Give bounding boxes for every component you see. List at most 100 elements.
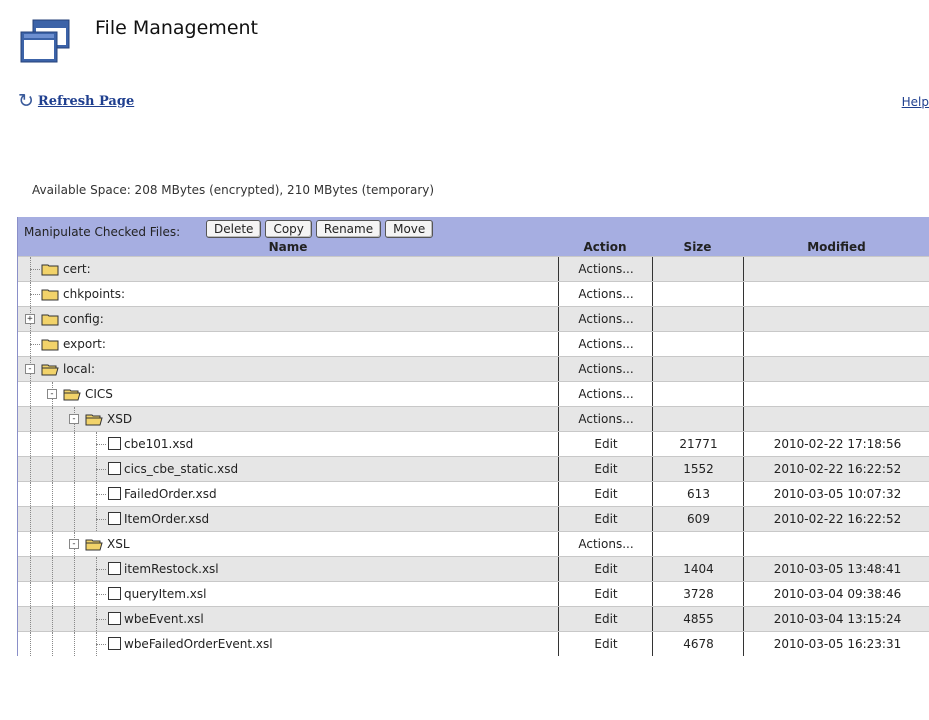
edit-link[interactable]: Edit <box>558 632 653 656</box>
table-row[interactable]: - XSL Actions... <box>18 531 929 556</box>
tree-guide-line <box>52 557 53 581</box>
folder-name[interactable]: XSL <box>107 532 130 556</box>
edit-link[interactable]: Edit <box>558 507 653 531</box>
tree-guide-line <box>52 432 53 456</box>
table-row[interactable]: wbeEvent.xsl Edit 4855 2010-03-04 13:15:24 <box>18 606 929 631</box>
table-toolbar: Manipulate Checked Files: Delete Copy Re… <box>18 217 929 240</box>
tree-guide-line <box>30 532 31 556</box>
modified-cell <box>743 332 929 356</box>
folder-name[interactable]: CICS <box>85 382 113 406</box>
file-checkbox[interactable] <box>108 462 121 475</box>
table-row[interactable]: - local: Actions... <box>18 356 929 381</box>
available-space-text: Available Space: 208 MBytes (encrypted),… <box>32 183 435 197</box>
file-checkbox[interactable] <box>108 487 121 500</box>
expand-icon[interactable]: + <box>25 314 35 324</box>
folder-open-icon <box>85 414 103 426</box>
folder-name[interactable]: XSD <box>107 407 132 431</box>
tree-guide-line <box>30 407 31 431</box>
file-name[interactable]: FailedOrder.xsd <box>124 482 217 506</box>
table-header: Name Action Size Modified <box>18 240 929 256</box>
column-header-name[interactable]: Name <box>18 240 558 254</box>
refresh-page-link[interactable]: ↻ Refresh Page <box>18 92 134 111</box>
table-row[interactable]: cics_cbe_static.xsd Edit 1552 2010-02-22 16… <box>18 456 929 481</box>
edit-link[interactable]: Edit <box>558 582 653 606</box>
actions-menu[interactable]: Actions... <box>558 357 653 381</box>
file-name[interactable]: cics_cbe_static.xsd <box>124 457 238 481</box>
folder-name[interactable]: export: <box>63 332 106 356</box>
size-cell <box>652 357 744 381</box>
folder-name[interactable]: cert: <box>63 257 91 281</box>
size-cell <box>652 307 744 331</box>
file-name[interactable]: wbeEvent.xsl <box>124 607 204 631</box>
file-name[interactable]: ItemOrder.xsd <box>124 507 209 531</box>
collapse-icon[interactable]: - <box>25 364 35 374</box>
file-checkbox[interactable] <box>108 437 121 450</box>
size-cell: 613 <box>652 482 744 506</box>
edit-link[interactable]: Edit <box>558 457 653 481</box>
tree-guide-line <box>30 457 31 481</box>
folder-open-icon <box>85 539 103 551</box>
size-cell: 1404 <box>652 557 744 581</box>
folder-name[interactable]: config: <box>63 307 104 331</box>
table-row[interactable]: ItemOrder.xsd Edit 609 2010-02-22 16:22:52 <box>18 506 929 531</box>
tree-connector <box>30 294 40 295</box>
page-title: File Management <box>95 17 258 39</box>
delete-button[interactable]: Delete <box>206 220 262 238</box>
file-name[interactable]: cbe101.xsd <box>124 432 193 456</box>
collapse-icon[interactable]: - <box>69 539 79 549</box>
copy-button[interactable]: Copy <box>265 220 312 238</box>
help-link[interactable]: Help <box>902 95 929 109</box>
actions-menu[interactable]: Actions... <box>558 332 653 356</box>
tree-guide-line <box>74 582 75 606</box>
edit-link[interactable]: Edit <box>558 432 653 456</box>
column-header-modified[interactable]: Modified <box>743 240 929 254</box>
table-row[interactable]: + config: Actions... <box>18 306 929 331</box>
collapse-icon[interactable]: - <box>47 389 57 399</box>
table-row[interactable]: - XSD Actions... <box>18 406 929 431</box>
tree-guide-line <box>30 507 31 531</box>
column-header-action[interactable]: Action <box>558 240 652 254</box>
file-name[interactable]: wbeFailedOrderEvent.xsl <box>124 632 273 656</box>
column-header-size[interactable]: Size <box>652 240 743 254</box>
table-row[interactable]: chkpoints: Actions... <box>18 281 929 306</box>
actions-menu[interactable]: Actions... <box>558 532 653 556</box>
move-button[interactable]: Move <box>385 220 434 238</box>
edit-link[interactable]: Edit <box>558 482 653 506</box>
edit-link[interactable]: Edit <box>558 607 653 631</box>
file-name[interactable]: queryItem.xsl <box>124 582 206 606</box>
tree-guide-line <box>30 482 31 506</box>
size-cell: 3728 <box>652 582 744 606</box>
table-row[interactable]: export: Actions... <box>18 331 929 356</box>
table-row[interactable]: queryItem.xsl Edit 3728 2010-03-04 09:38:46 <box>18 581 929 606</box>
actions-menu[interactable]: Actions... <box>558 407 653 431</box>
modified-cell <box>743 532 929 556</box>
table-row[interactable]: cert: Actions... <box>18 256 929 281</box>
table-row[interactable]: wbeFailedOrderEvent.xsl Edit 4678 2010-03-0… <box>18 631 929 656</box>
name-cell: - XSL <box>18 532 558 556</box>
table-row[interactable]: itemRestock.xsl Edit 1404 2010-03-05 13:48:… <box>18 556 929 581</box>
file-checkbox[interactable] <box>108 512 121 525</box>
modified-cell: 2010-03-05 10:07:32 <box>743 482 929 506</box>
file-checkbox[interactable] <box>108 562 121 575</box>
table-row[interactable]: cbe101.xsd Edit 21771 2010-02-22 17:18:56 <box>18 431 929 456</box>
refresh-page-label[interactable]: Refresh Page <box>38 94 134 109</box>
folder-name[interactable]: local: <box>63 357 95 381</box>
file-checkbox[interactable] <box>108 637 121 650</box>
table-row[interactable]: - CICS Actions... <box>18 381 929 406</box>
collapse-icon[interactable]: - <box>69 414 79 424</box>
actions-menu[interactable]: Actions... <box>558 257 653 281</box>
rename-button[interactable]: Rename <box>315 220 382 238</box>
actions-menu[interactable]: Actions... <box>558 307 653 331</box>
modified-cell: 2010-03-05 13:48:41 <box>743 557 929 581</box>
tree-connector <box>96 444 106 445</box>
file-checkbox[interactable] <box>108 612 121 625</box>
table-row[interactable]: FailedOrder.xsd Edit 613 2010-03-05 10:07:3… <box>18 481 929 506</box>
edit-link[interactable]: Edit <box>558 557 653 581</box>
tree-connector <box>96 469 106 470</box>
folder-name[interactable]: chkpoints: <box>63 282 125 306</box>
actions-menu[interactable]: Actions... <box>558 282 653 306</box>
file-name[interactable]: itemRestock.xsl <box>124 557 219 581</box>
tree-connector <box>96 494 106 495</box>
actions-menu[interactable]: Actions... <box>558 382 653 406</box>
file-checkbox[interactable] <box>108 587 121 600</box>
